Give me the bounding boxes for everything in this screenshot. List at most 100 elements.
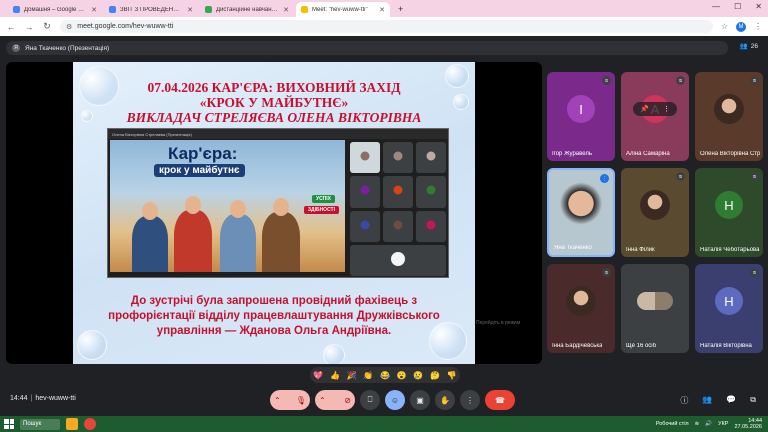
reaction-emoji[interactable]: 😂 bbox=[380, 371, 390, 380]
mic-muted-icon: ⦸ bbox=[750, 172, 759, 181]
reaction-emoji[interactable]: 👏 bbox=[363, 371, 373, 380]
present-button[interactable]: ▣ bbox=[410, 390, 430, 410]
raise-hand-button[interactable]: ✋ bbox=[435, 390, 455, 410]
kebab-icon[interactable]: ⋮ bbox=[663, 105, 670, 113]
presentation-stage[interactable]: 07.04.2026 КАР'ЄРА: ВИХОВНИЙ ЗАХІД «КРОК… bbox=[6, 62, 542, 364]
windows-start-icon[interactable] bbox=[4, 419, 14, 429]
reaction-emoji[interactable]: 💖 bbox=[313, 371, 323, 380]
mic-muted-icon: ⦸ bbox=[602, 76, 611, 85]
mic-muted-icon: ⦸ bbox=[676, 76, 685, 85]
minimize-icon[interactable]: — bbox=[712, 2, 720, 11]
camera-off-icon[interactable]: ⊘ bbox=[344, 396, 351, 405]
forward-icon[interactable]: → bbox=[24, 22, 34, 32]
participant-tile[interactable]: Н ⦸ Наталія Чеботарьова bbox=[695, 168, 763, 257]
tab-favicon-icon bbox=[205, 6, 212, 13]
leave-call-button[interactable]: ☎ bbox=[485, 390, 515, 410]
taskbar-search[interactable]: Пошук bbox=[20, 418, 60, 430]
browser-tab-bar: Домашня – Google Диск ✕ ЗВІТ З ПРОВЕДЕННЯ … bbox=[0, 0, 768, 17]
pin-icon[interactable]: 📌 bbox=[640, 105, 649, 113]
more-participants-avatars bbox=[637, 292, 673, 311]
tab-favicon-icon bbox=[13, 6, 20, 13]
more-options-button[interactable]: ⋮ bbox=[460, 390, 480, 410]
reaction-emoji[interactable]: 😮 bbox=[397, 371, 407, 380]
back-icon[interactable]: ← bbox=[6, 22, 16, 32]
bookmark-star-icon[interactable]: ☆ bbox=[721, 22, 728, 31]
os-taskbar: Пошук Робочий стіл ≋ 🔊 УКР 14:44 27.05.2… bbox=[0, 416, 768, 432]
chrome-icon[interactable] bbox=[84, 418, 96, 430]
participant-photo bbox=[714, 94, 744, 125]
url-field[interactable]: ⚙ meet.google.com/hev-wuww-tti bbox=[60, 20, 713, 33]
tab-favicon-icon bbox=[109, 6, 116, 13]
url-text: meet.google.com/hev-wuww-tti bbox=[77, 23, 174, 30]
new-tab-button[interactable]: + bbox=[392, 2, 409, 17]
participant-tile[interactable]: ⦸ Інна Бардічевська bbox=[547, 264, 615, 353]
close-tab-icon[interactable]: ✕ bbox=[379, 6, 385, 14]
close-window-icon[interactable]: ✕ bbox=[755, 2, 762, 11]
tab-favicon-icon bbox=[301, 6, 308, 13]
participant-name: Олена Вікторівна Стреляєва bbox=[700, 151, 760, 157]
meeting-info: 14:44 | hev-wuww-tti bbox=[10, 395, 76, 402]
inner-participant-grid bbox=[348, 140, 448, 278]
clock[interactable]: 14:44 27.05.2026 bbox=[734, 418, 762, 430]
close-tab-icon[interactable]: ✕ bbox=[283, 6, 289, 14]
activities-icon[interactable]: ⧉ bbox=[750, 395, 756, 406]
emoji-icon: ☺ bbox=[390, 395, 400, 405]
student-figure bbox=[220, 200, 256, 272]
reaction-emoji[interactable]: 👎 bbox=[447, 371, 457, 380]
participant-name: Ще 16 осіб bbox=[626, 343, 657, 349]
reaction-emoji[interactable]: 😢 bbox=[413, 371, 423, 380]
participant-tile[interactable]: ⋮ Яна Ткаченко bbox=[547, 168, 615, 257]
people-panel-icon[interactable]: 👥 bbox=[702, 395, 712, 406]
participant-tile[interactable]: ⦸ Інна Філик bbox=[621, 168, 689, 257]
browser-tab[interactable]: Домашня – Google Диск ✕ bbox=[8, 2, 102, 17]
browser-tab[interactable]: Дистанційне навчання в ВСП ✕ bbox=[200, 2, 294, 17]
inner-tile bbox=[416, 142, 446, 174]
profile-avatar[interactable]: М bbox=[736, 21, 746, 32]
participant-tile[interactable]: A📌⋮⦸Аліна Самаріна bbox=[621, 72, 689, 161]
chat-icon[interactable]: 💬 bbox=[726, 395, 736, 406]
slide-body-text: До зустрічі була запрошена провідний фах… bbox=[108, 295, 440, 337]
stage-hint: Перейдіть в режим bbox=[476, 320, 521, 326]
participant-grid: І⦸Ігор ЖуравельA📌⋮⦸Аліна Самаріна⦸Олена … bbox=[547, 72, 763, 357]
mic-button-group[interactable]: ⌃ 🎙 bbox=[270, 390, 310, 410]
emoji-button[interactable]: ☺ bbox=[385, 390, 405, 410]
participant-initial: І bbox=[567, 95, 595, 124]
maximize-icon[interactable]: ☐ bbox=[734, 2, 741, 11]
address-bar: ← → ↻ ⚙ meet.google.com/hev-wuww-tti ☆ М… bbox=[0, 17, 768, 36]
inner-tile bbox=[350, 176, 380, 208]
abilities-sign: ЗДІБНОСТІ bbox=[303, 206, 339, 214]
mic-off-icon[interactable]: 🎙 bbox=[296, 396, 306, 405]
language-indicator[interactable]: УКР bbox=[718, 421, 728, 427]
participant-count-value: 26 bbox=[750, 42, 758, 50]
camera-button-group[interactable]: ⌃ ⊘ bbox=[315, 390, 355, 410]
reaction-emoji[interactable]: 👍 bbox=[330, 371, 340, 380]
participant-tile[interactable]: І ⦸ Ігор Журавель bbox=[547, 72, 615, 161]
participant-tile[interactable]: Ще 16 осіб bbox=[621, 264, 689, 353]
file-explorer-icon[interactable] bbox=[66, 418, 78, 430]
participant-tile[interactable]: Н ⦸ Наталія Вікторівна bbox=[695, 264, 763, 353]
close-tab-icon[interactable]: ✕ bbox=[187, 6, 193, 14]
participant-count[interactable]: 👥 26 bbox=[740, 42, 758, 51]
meeting-controls-bar: 14:44 | hev-wuww-tti ⌃ 🎙 ⌃ ⊘ ⎕ ☺ ▣ ✋ ⋮ ☎ ⓘ… bbox=[0, 386, 768, 416]
inner-title: Кар'єра: bbox=[168, 144, 238, 163]
presentation-pill[interactable]: Я Яна Ткаченко (Презентація) bbox=[6, 41, 728, 55]
participant-tile[interactable]: ⦸ Олена Вікторівна Стреляєва bbox=[695, 72, 763, 161]
close-tab-icon[interactable]: ✕ bbox=[91, 6, 97, 14]
wifi-icon[interactable]: ≋ bbox=[695, 421, 700, 427]
hand-icon: ✋ bbox=[440, 395, 450, 405]
reaction-emoji[interactable]: 🎉 bbox=[347, 371, 357, 380]
reload-icon[interactable]: ↻ bbox=[42, 21, 52, 32]
meeting-code: hev-wuww-tti bbox=[35, 395, 76, 402]
menu-kebab-icon[interactable]: ⋮ bbox=[754, 22, 762, 31]
chevron-up-icon[interactable]: ⌃ bbox=[319, 396, 326, 405]
site-info-icon[interactable]: ⚙ bbox=[66, 23, 72, 31]
volume-icon[interactable]: 🔊 bbox=[705, 421, 712, 427]
phone-hangup-icon: ☎ bbox=[495, 395, 505, 405]
browser-tab[interactable]: Meet: "hev-wuww-tti" ✕ bbox=[296, 2, 390, 17]
reaction-emoji[interactable]: 🤔 bbox=[430, 371, 440, 380]
meeting-time: 14:44 bbox=[10, 395, 28, 402]
chevron-up-icon[interactable]: ⌃ bbox=[274, 396, 281, 405]
info-icon[interactable]: ⓘ bbox=[680, 395, 688, 406]
captions-button[interactable]: ⎕ bbox=[360, 390, 380, 410]
browser-tab[interactable]: ЗВІТ З ПРОВЕДЕННЯ ТИЖНЯ ✕ bbox=[104, 2, 198, 17]
